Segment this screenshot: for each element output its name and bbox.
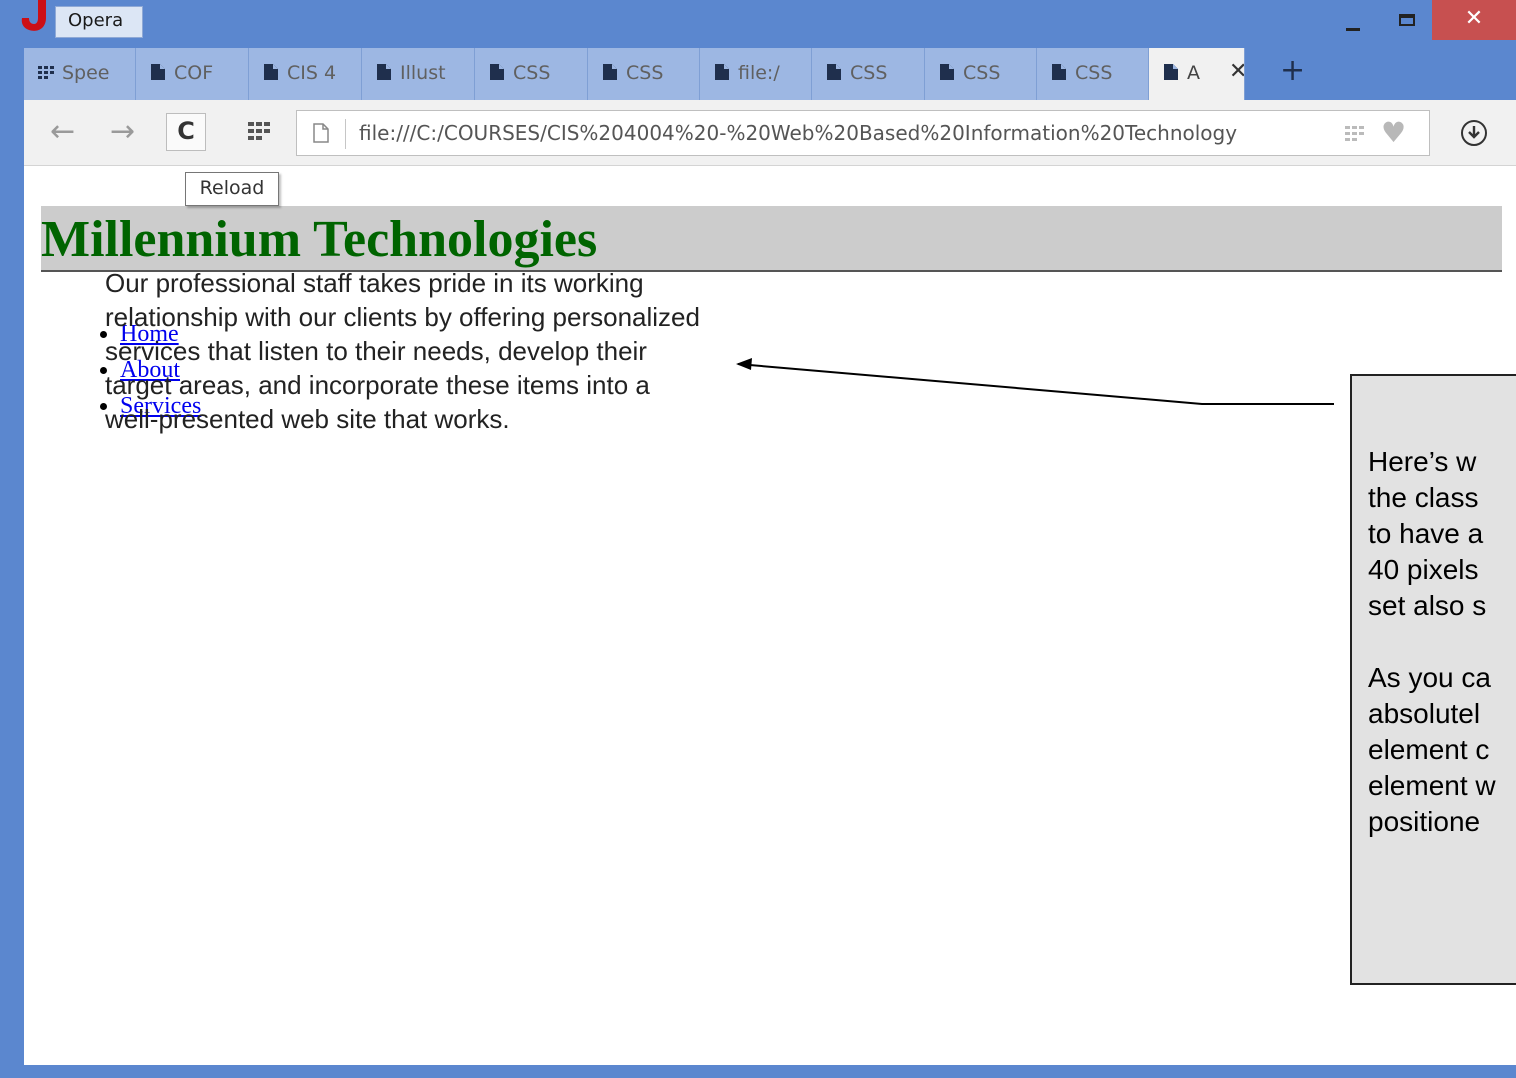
annotation-arrow <box>736 358 1334 405</box>
tab[interactable]: CSS <box>925 48 1037 100</box>
tab-label: Spee <box>62 62 110 84</box>
tab-label: CSS <box>850 62 888 84</box>
browser-toolbar: ← → C file:///C:/COURSES/CIS%204004%20-%… <box>24 100 1516 166</box>
download-icon[interactable] <box>1461 120 1487 146</box>
page-icon <box>264 64 278 80</box>
tab[interactable]: Illust <box>362 48 475 100</box>
page-viewport: Reload Millennium Technologies Home Abou… <box>24 166 1516 1065</box>
content-paragraph: Our professional staff takes pride in it… <box>105 268 700 434</box>
page-icon <box>715 64 729 80</box>
address-separator <box>345 119 346 149</box>
tab[interactable]: Spee <box>24 48 136 100</box>
reload-button[interactable]: C <box>166 113 206 151</box>
close-window-button[interactable]: ✕ <box>1432 0 1516 40</box>
tab[interactable]: CSS <box>1037 48 1149 100</box>
app-title: Opera <box>55 6 143 38</box>
tab-label: CSS <box>1075 62 1113 84</box>
opera-logo-icon <box>21 0 46 31</box>
tab-label: CSS <box>963 62 1001 84</box>
maximize-button[interactable] <box>1385 0 1431 40</box>
reload-tooltip: Reload <box>185 172 279 206</box>
forward-button[interactable]: → <box>110 114 135 149</box>
add-to-speed-dial-icon[interactable] <box>1345 126 1365 142</box>
tab-strip: + Spee COF CIS 4 Illust CSS CSS file:/ CSS CSS CS… <box>24 48 1516 100</box>
tab[interactable]: CIS 4 <box>249 48 362 100</box>
tab-label: A <box>1187 62 1200 84</box>
tab-label: COF <box>174 62 214 84</box>
tab[interactable]: file:/ <box>700 48 812 100</box>
page-icon <box>603 64 617 80</box>
url-text[interactable]: file:///C:/COURSES/CIS%204004%20-%20Web%… <box>359 121 1334 145</box>
page-icon <box>1164 64 1178 80</box>
page-icon <box>940 64 954 80</box>
page-icon <box>490 64 504 80</box>
tab-label: file:/ <box>738 62 780 84</box>
tab-label: Illust <box>400 62 446 84</box>
tab-label: CSS <box>626 62 664 84</box>
page-icon <box>151 64 165 80</box>
tab[interactable]: CSS <box>588 48 700 100</box>
tab[interactable]: CSS <box>475 48 588 100</box>
page-icon <box>377 64 391 80</box>
tab[interactable]: COF <box>136 48 249 100</box>
tab-label: CIS 4 <box>287 62 337 84</box>
page-icon <box>827 64 841 80</box>
page-icon <box>1052 64 1066 80</box>
tab[interactable]: CSS <box>812 48 925 100</box>
annotation-callout: Here’s w the class to have a 40 pixels s… <box>1350 374 1516 985</box>
new-tab-button[interactable]: + <box>1280 56 1305 86</box>
page-icon <box>313 123 329 143</box>
minimize-button[interactable] <box>1334 0 1374 40</box>
callout-text: Here’s w the class to have a 40 pixels s… <box>1368 446 1496 837</box>
tab-label: CSS <box>513 62 551 84</box>
tab-active[interactable]: A✕ <box>1149 48 1245 100</box>
speed-dial-icon[interactable] <box>248 122 270 140</box>
window-titlebar: Opera ✕ <box>0 0 1516 46</box>
back-button[interactable]: ← <box>50 114 75 149</box>
window-bottom-border <box>0 1065 1516 1078</box>
speed-dial-icon <box>38 66 54 79</box>
heart-icon[interactable]: ♥ <box>1381 117 1406 149</box>
tab-close-icon[interactable]: ✕ <box>1229 59 1244 84</box>
site-header: Millennium Technologies <box>41 206 1502 272</box>
site-title: Millennium Technologies <box>41 211 598 268</box>
address-bar[interactable]: file:///C:/COURSES/CIS%204004%20-%20Web%… <box>296 110 1430 156</box>
